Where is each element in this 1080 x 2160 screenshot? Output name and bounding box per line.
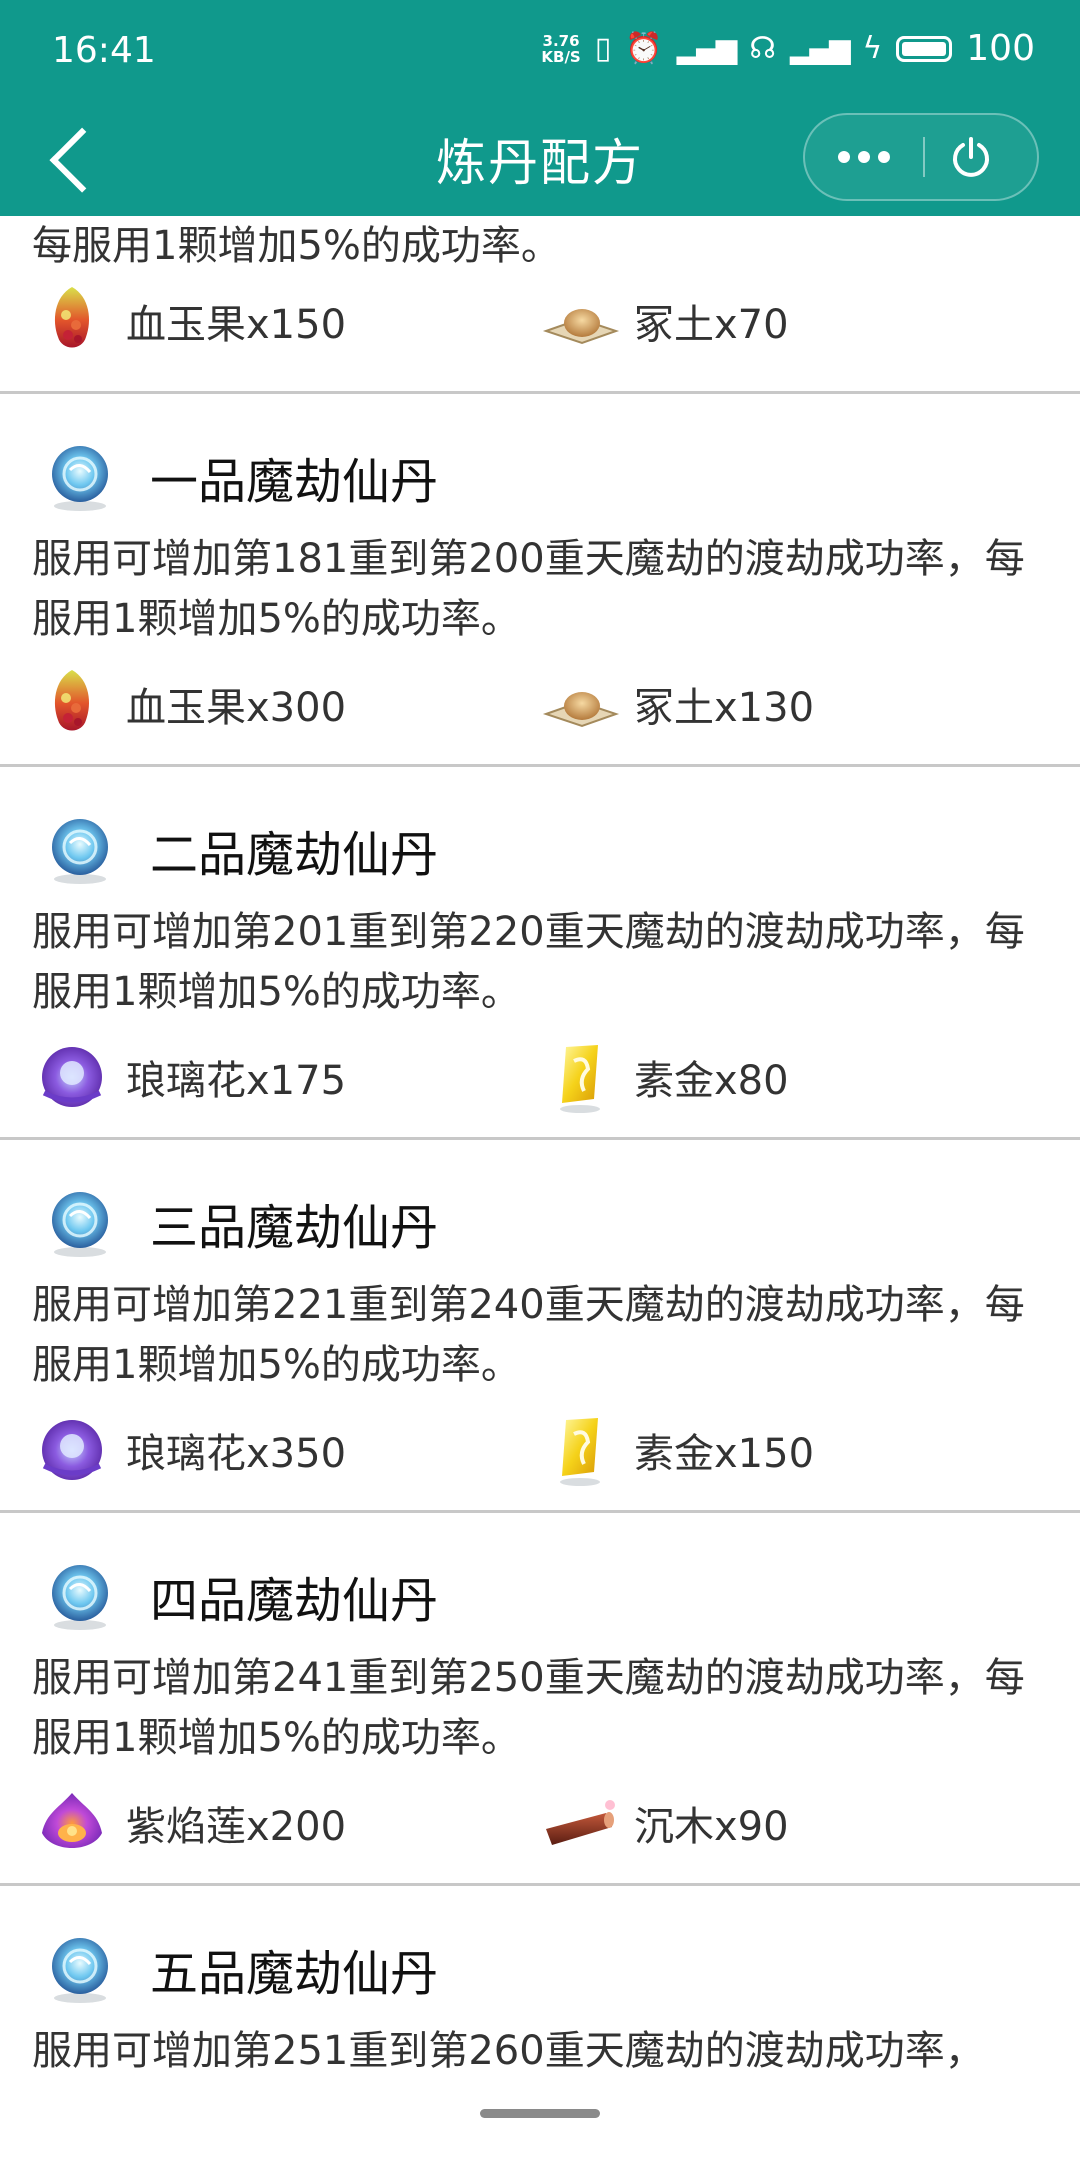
material-label: 血玉果x300 bbox=[126, 685, 347, 731]
battery-icon bbox=[896, 35, 953, 62]
home-indicator[interactable] bbox=[480, 2109, 600, 2118]
elixir-pill-icon bbox=[40, 809, 120, 889]
recipe-name: 五品魔劫仙丹 bbox=[150, 1946, 439, 2002]
purple-flame-lotus-icon bbox=[32, 1783, 112, 1863]
recipe-item: 三品魔劫仙丹 服用可增加第221重到第240重天魔劫的渡劫成功率，每服用1颗增加… bbox=[0, 1140, 1080, 1513]
status-time: 16:41 bbox=[52, 30, 156, 71]
signal-4g-icon: ▂▄▆ bbox=[676, 32, 738, 65]
recipe-name: 四品魔劫仙丹 bbox=[150, 1573, 439, 1629]
capsule-divider bbox=[923, 137, 925, 177]
recipe-description: 每服用1颗增加5%的成功率。 bbox=[32, 223, 561, 269]
tomb-soil-icon bbox=[540, 281, 620, 361]
power-close-icon[interactable] bbox=[947, 133, 995, 181]
langli-flower-icon bbox=[32, 1037, 112, 1117]
material-item: 紫焰莲x200 bbox=[32, 1783, 346, 1863]
network-speed-value: 3.76 bbox=[542, 31, 580, 50]
material-item: 沉木x90 bbox=[540, 1783, 789, 1863]
material-label: 素金x80 bbox=[634, 1058, 789, 1104]
dot-icon bbox=[878, 151, 890, 163]
network-speed-unit: KB/S bbox=[541, 47, 581, 66]
header: 16:41 3.76 KB/S ▯ ⏰ ▂▄▆ ☊ ▂▄▆ ϟ 100 炼丹配方 bbox=[0, 0, 1080, 216]
langli-flower-icon bbox=[32, 1410, 112, 1490]
elixir-pill-icon bbox=[40, 1182, 120, 1262]
material-label: 冢土x130 bbox=[634, 685, 815, 731]
material-label: 紫焰莲x200 bbox=[126, 1804, 347, 1850]
recipe-item: 四品魔劫仙丹 服用可增加第241重到第250重天魔劫的渡劫成功率，每服用1颗增加… bbox=[0, 1513, 1080, 1886]
material-list: 紫焰莲x200 沉木x90 bbox=[32, 1783, 1052, 1863]
mini-program-capsule bbox=[803, 113, 1039, 201]
navigation-bar: 炼丹配方 bbox=[0, 105, 1080, 216]
material-label: 沉木x90 bbox=[634, 1804, 789, 1850]
alarm-icon: ⏰ bbox=[625, 31, 663, 66]
elixir-pill-icon bbox=[40, 1555, 120, 1635]
material-item: 冢土x130 bbox=[540, 664, 814, 744]
dot-icon bbox=[858, 151, 870, 163]
recipe-name: 二品魔劫仙丹 bbox=[150, 827, 439, 883]
material-list: 血玉果x150 冢土x70 bbox=[32, 281, 1052, 361]
recipe-name: 一品魔劫仙丹 bbox=[150, 454, 439, 510]
material-list: 血玉果x300 冢土x130 bbox=[32, 664, 1052, 744]
status-bar: 16:41 3.76 KB/S ▯ ⏰ ▂▄▆ ☊ ▂▄▆ ϟ 100 bbox=[0, 0, 1080, 105]
recipe-item-partial: 每服用1颗增加5%的成功率。 血玉果x150 冢土x70 bbox=[0, 216, 1080, 394]
material-item: 血玉果x150 bbox=[32, 281, 346, 361]
blood-jade-fruit-icon bbox=[32, 281, 112, 361]
material-list: 琅璃花x175 素金x80 bbox=[32, 1037, 1052, 1117]
vibrate-icon: ▯ bbox=[594, 31, 612, 66]
material-label: 冢土x70 bbox=[634, 302, 789, 348]
material-label: 琅璃花x175 bbox=[126, 1058, 347, 1104]
material-item: 素金x80 bbox=[540, 1037, 789, 1117]
charging-icon: ϟ bbox=[862, 31, 883, 66]
material-item: 血玉果x300 bbox=[32, 664, 346, 744]
blood-jade-fruit-icon bbox=[32, 664, 112, 744]
elixir-pill-icon bbox=[40, 1928, 120, 2008]
sunken-wood-icon bbox=[540, 1783, 620, 1863]
material-label: 琅璃花x350 bbox=[126, 1431, 347, 1477]
recipe-description: 服用可增加第241重到第250重天魔劫的渡劫成功率，每服用1颗增加5%的成功率。 bbox=[32, 1655, 1025, 1761]
tomb-soil-icon bbox=[540, 664, 620, 744]
more-options-button[interactable] bbox=[805, 115, 923, 199]
recipe-description: 服用可增加第181重到第200重天魔劫的渡劫成功率，每服用1颗增加5%的成功率。 bbox=[32, 536, 1025, 642]
recipe-description: 服用可增加第251重到第260重天魔劫的渡劫成功率， bbox=[32, 2028, 985, 2071]
plain-gold-icon bbox=[540, 1037, 620, 1117]
hd-call-icon: ☊ bbox=[749, 31, 776, 66]
recipe-description: 服用可增加第201重到第220重天魔劫的渡劫成功率，每服用1颗增加5%的成功率。 bbox=[32, 909, 1025, 1015]
material-item: 素金x150 bbox=[540, 1410, 814, 1490]
material-label: 血玉果x150 bbox=[126, 302, 347, 348]
material-label: 素金x150 bbox=[634, 1431, 815, 1477]
recipe-item-cut-off: 五品魔劫仙丹 服用可增加第251重到第260重天魔劫的渡劫成功率， bbox=[0, 1886, 1080, 2071]
signal-4g-plus-icon: ▂▄▆ bbox=[789, 32, 851, 65]
dot-icon bbox=[838, 151, 850, 163]
elixir-pill-icon bbox=[40, 436, 120, 516]
material-item: 琅璃花x350 bbox=[32, 1410, 346, 1490]
recipe-description: 服用可增加第221重到第240重天魔劫的渡劫成功率，每服用1颗增加5%的成功率。 bbox=[32, 1282, 1025, 1388]
material-list: 琅璃花x350 素金x150 bbox=[32, 1410, 1052, 1490]
material-item: 冢土x70 bbox=[540, 281, 789, 361]
status-icons: 3.76 KB/S ▯ ⏰ ▂▄▆ ☊ ▂▄▆ ϟ 100 bbox=[541, 28, 1035, 69]
plain-gold-icon bbox=[540, 1410, 620, 1490]
recipe-list[interactable]: 每服用1颗增加5%的成功率。 血玉果x150 冢土x70 一品魔劫仙丹 服用可增… bbox=[0, 216, 1080, 2071]
recipe-item: 二品魔劫仙丹 服用可增加第201重到第220重天魔劫的渡劫成功率，每服用1颗增加… bbox=[0, 767, 1080, 1140]
network-speed: 3.76 KB/S bbox=[541, 33, 580, 65]
battery-level: 100 bbox=[966, 28, 1035, 69]
recipe-item: 一品魔劫仙丹 服用可增加第181重到第200重天魔劫的渡劫成功率，每服用1颗增加… bbox=[0, 394, 1080, 767]
material-item: 琅璃花x175 bbox=[32, 1037, 346, 1117]
recipe-name: 三品魔劫仙丹 bbox=[150, 1200, 439, 1256]
